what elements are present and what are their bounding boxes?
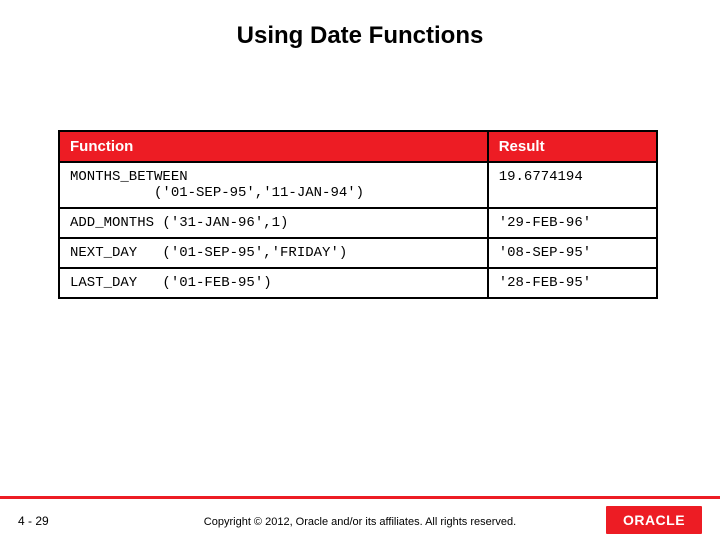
functions-table: Function Result MONTHS_BETWEEN ('01-SEP-… bbox=[58, 130, 658, 299]
cell-result: '29-FEB-96' bbox=[488, 208, 657, 238]
table-row: ADD_MONTHS ('31-JAN-96',1) '29-FEB-96' bbox=[59, 208, 657, 238]
slide-title: Using Date Functions bbox=[0, 0, 720, 50]
table-row: MONTHS_BETWEEN ('01-SEP-95','11-JAN-94')… bbox=[59, 162, 657, 208]
table-row: LAST_DAY ('01-FEB-95') '28-FEB-95' bbox=[59, 268, 657, 298]
cell-result: '08-SEP-95' bbox=[488, 238, 657, 268]
oracle-logo: ORACLE bbox=[606, 506, 702, 534]
cell-function: NEXT_DAY ('01-SEP-95','FRIDAY') bbox=[59, 238, 488, 268]
col-header-result: Result bbox=[488, 131, 657, 162]
table-row: NEXT_DAY ('01-SEP-95','FRIDAY') '08-SEP-… bbox=[59, 238, 657, 268]
col-header-function: Function bbox=[59, 131, 488, 162]
slide: Using Date Functions Function Result MON… bbox=[0, 0, 720, 540]
cell-result: 19.6774194 bbox=[488, 162, 657, 208]
cell-function: MONTHS_BETWEEN ('01-SEP-95','11-JAN-94') bbox=[59, 162, 488, 208]
functions-table-wrap: Function Result MONTHS_BETWEEN ('01-SEP-… bbox=[58, 130, 658, 299]
oracle-logo-text: ORACLE bbox=[623, 512, 685, 528]
cell-result: '28-FEB-95' bbox=[488, 268, 657, 298]
footer: 4 - 29 Copyright © 2012, Oracle and/or i… bbox=[0, 496, 720, 540]
cell-function: LAST_DAY ('01-FEB-95') bbox=[59, 268, 488, 298]
footer-divider bbox=[0, 496, 720, 499]
table-header-row: Function Result bbox=[59, 131, 657, 162]
cell-function: ADD_MONTHS ('31-JAN-96',1) bbox=[59, 208, 488, 238]
